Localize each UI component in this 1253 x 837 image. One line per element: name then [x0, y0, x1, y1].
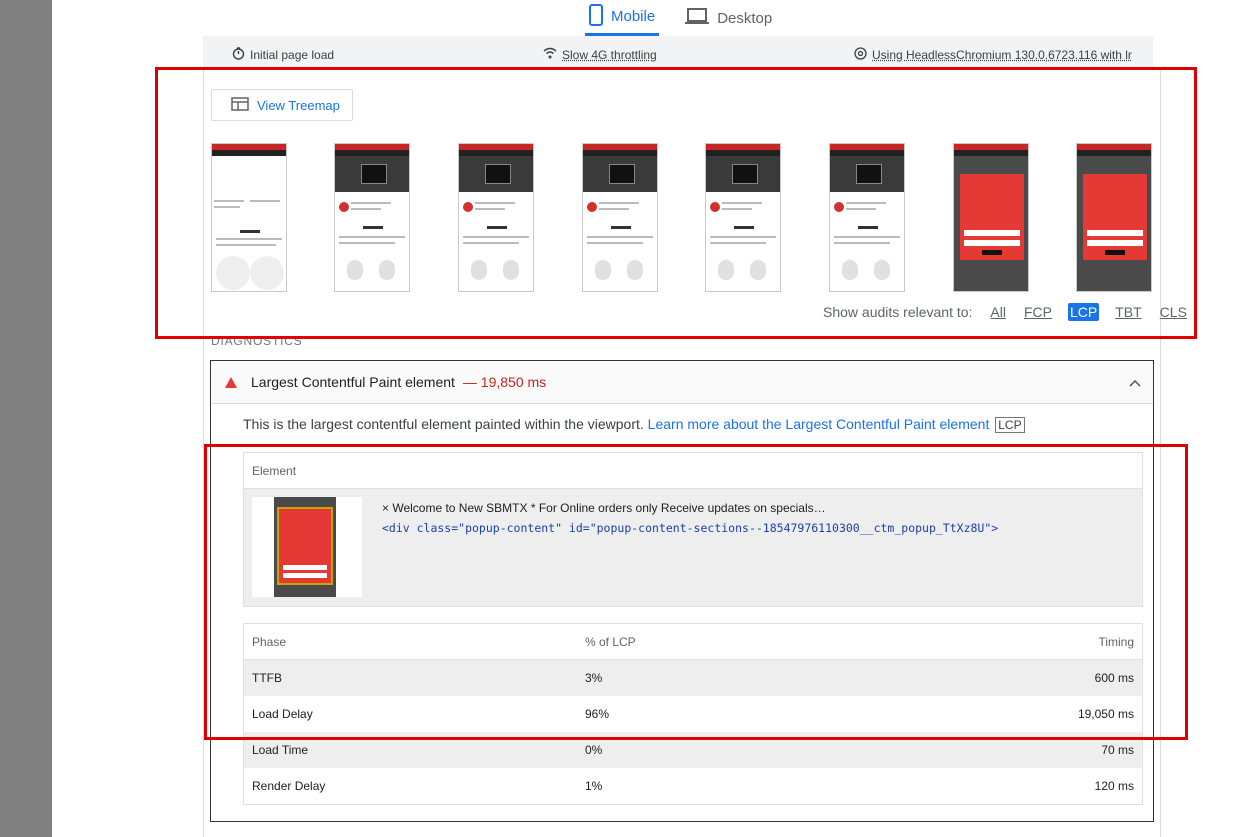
audit-title: Largest Contentful Paint element	[251, 374, 455, 390]
table-row: Render Delay 1% 120 ms	[244, 768, 1142, 804]
laptop-icon	[685, 7, 710, 29]
tab-mobile-label: Mobile	[611, 8, 656, 25]
tab-desktop-label: Desktop	[717, 9, 773, 27]
audit-description: This is the largest contentful element p…	[243, 416, 1025, 433]
phase-name: Load Time	[252, 743, 309, 757]
phase-name: Render Delay	[252, 779, 326, 793]
browser-label: Using HeadlessChromium 130.0.6723.116 wi…	[872, 48, 1132, 62]
audit-description-text: This is the largest contentful element p…	[243, 416, 644, 432]
lcp-tag: LCP	[995, 417, 1025, 433]
fail-triangle-icon	[225, 376, 237, 388]
learn-more-link[interactable]: Learn more about the Largest Contentful …	[648, 416, 990, 432]
throttling-info[interactable]: Slow 4G throttling	[543, 47, 657, 62]
phase-timing: 120 ms	[1094, 779, 1134, 793]
tab-desktop[interactable]: Desktop	[681, 0, 776, 36]
phase-timing: 70 ms	[1101, 743, 1134, 757]
environment-info: Initial page load Slow 4G throttling Usi…	[203, 36, 1153, 68]
chevron-up-icon[interactable]	[1129, 374, 1141, 390]
highlight-box-element	[204, 444, 1188, 740]
signal-icon	[543, 47, 557, 62]
left-gutter	[0, 0, 52, 837]
audit-header[interactable]: Largest Contentful Paint element — 19,85…	[211, 361, 1153, 404]
highlight-box-filmstrip	[155, 67, 1197, 339]
phone-icon	[589, 3, 603, 30]
page-load-info: Initial page load	[232, 47, 334, 63]
browser-info[interactable]: Using HeadlessChromium 130.0.6723.116 wi…	[854, 47, 1132, 63]
chromium-icon	[854, 47, 867, 63]
throttling-label: Slow 4G throttling	[562, 47, 657, 62]
page-load-label: Initial page load	[250, 48, 335, 62]
phase-percent: 1%	[585, 779, 603, 793]
tab-mobile[interactable]: Mobile	[585, 0, 660, 36]
timer-icon	[232, 47, 245, 63]
device-tabs: Mobile Desktop	[585, 0, 798, 36]
phase-percent: 0%	[585, 743, 603, 757]
audit-value: — 19,850 ms	[462, 374, 547, 390]
